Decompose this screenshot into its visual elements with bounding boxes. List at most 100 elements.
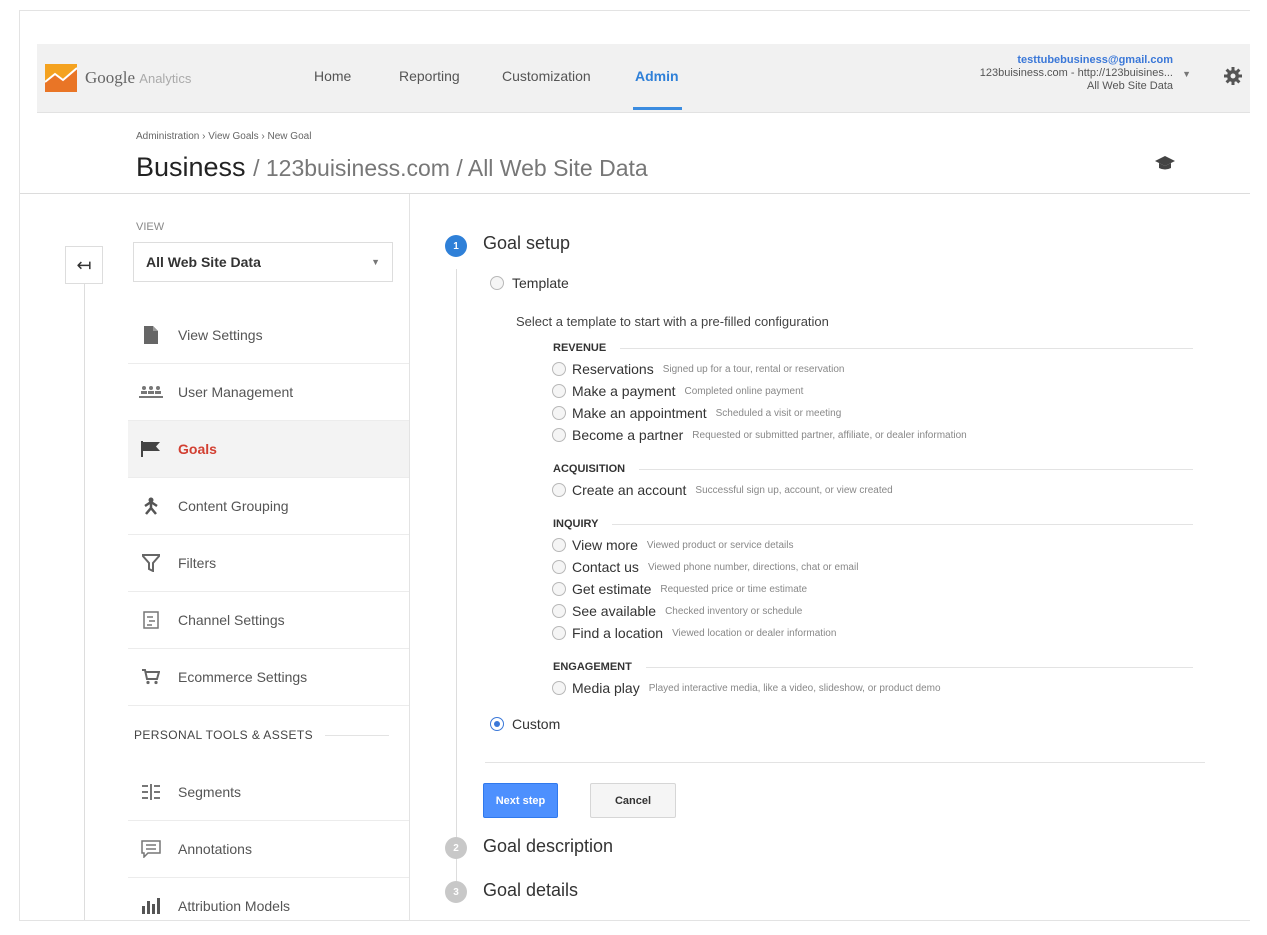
view-selector[interactable]: All Web Site Data ▼	[133, 242, 393, 282]
template-get-estimate[interactable]: Get estimate Requested price or time est…	[552, 581, 807, 597]
google-analytics-logo[interactable]: Google Analytics	[45, 64, 191, 92]
bar-chart-icon	[138, 896, 164, 916]
menu-item-attribution-models[interactable]: Attribution Models	[128, 878, 409, 920]
template-radio[interactable]	[552, 428, 566, 442]
template-become-partner[interactable]: Become a partner Requested or submitted …	[552, 427, 967, 443]
template-media-play[interactable]: Media play Played interactive media, lik…	[552, 680, 941, 696]
menu-item-segments[interactable]: Segments	[128, 764, 409, 821]
menu-item-annotations[interactable]: Annotations	[128, 821, 409, 878]
account-email: testtubebusiness@gmail.com	[1017, 54, 1173, 66]
cancel-button[interactable]: Cancel	[590, 783, 676, 818]
custom-label: Custom	[512, 716, 561, 732]
active-nav-indicator	[633, 107, 682, 110]
template-desc: Scheduled a visit or meeting	[715, 407, 842, 419]
category-acquisition: ACQUISITION	[553, 463, 1193, 475]
logo-analytics-text: Analytics	[139, 71, 192, 86]
template-radio[interactable]	[552, 406, 566, 420]
step-goal-description-title[interactable]: Goal description	[483, 836, 613, 857]
cart-icon	[138, 667, 164, 687]
menu-item-filters[interactable]: Filters	[128, 535, 409, 592]
menu-item-ecommerce-settings[interactable]: Ecommerce Settings	[128, 649, 409, 706]
template-find-location[interactable]: Find a location Viewed location or deale…	[552, 625, 836, 641]
template-radio[interactable]	[552, 604, 566, 618]
nav-admin[interactable]: Admin	[635, 68, 679, 84]
category-inquiry: INQUIRY	[553, 518, 1193, 530]
top-nav-bar: Google Analytics Home Reporting Customiz…	[37, 44, 1250, 113]
template-desc: Requested or submitted partner, affiliat…	[692, 429, 967, 441]
step-2-badge: 2	[445, 837, 467, 859]
person-icon	[138, 496, 164, 516]
page-title-main: Business	[136, 152, 246, 182]
template-radio[interactable]	[490, 276, 504, 290]
custom-option[interactable]: Custom	[490, 716, 560, 732]
template-see-available[interactable]: See available Checked inventory or sched…	[552, 603, 802, 619]
page-title: Business / 123buisiness.com / All Web Si…	[136, 152, 648, 183]
template-desc: Successful sign up, account, or view cre…	[695, 484, 893, 496]
column-divider	[409, 194, 410, 920]
template-reservations[interactable]: Reservations Signed up for a tour, renta…	[552, 361, 844, 377]
graduation-cap-icon[interactable]	[1154, 154, 1176, 172]
template-desc: Viewed phone number, directions, chat or…	[647, 561, 859, 573]
template-label: Template	[512, 275, 569, 291]
section-label: PERSONAL TOOLS & ASSETS	[134, 728, 314, 742]
custom-radio[interactable]	[490, 717, 504, 731]
menu-item-channel-settings[interactable]: Channel Settings	[128, 592, 409, 649]
template-make-payment[interactable]: Make a payment Completed online payment	[552, 383, 803, 399]
template-contact-us[interactable]: Contact us Viewed phone number, directio…	[552, 559, 858, 575]
funnel-icon	[138, 553, 164, 573]
flag-icon	[138, 439, 164, 459]
users-icon	[138, 382, 164, 402]
template-radio[interactable]	[552, 582, 566, 596]
template-radio[interactable]	[552, 384, 566, 398]
menu-item-label: View Settings	[178, 327, 263, 343]
header-divider	[20, 193, 1250, 194]
template-desc: Requested price or time estimate	[660, 583, 808, 595]
category-label: ACQUISITION	[553, 463, 626, 475]
template-desc: Viewed product or service details	[646, 539, 794, 551]
template-create-account[interactable]: Create an account Successful sign up, ac…	[552, 482, 893, 498]
settings-gear-icon[interactable]	[1223, 66, 1243, 86]
template-name: Media play	[572, 680, 640, 696]
template-option[interactable]: Template	[490, 275, 569, 291]
template-helper-text: Select a template to start with a pre-fi…	[516, 314, 829, 329]
nav-customization[interactable]: Customization	[502, 68, 591, 84]
next-step-button[interactable]: Next step	[483, 783, 558, 818]
template-name: Make a payment	[572, 383, 676, 399]
template-view-more[interactable]: View more Viewed product or service deta…	[552, 537, 793, 553]
channel-icon	[138, 610, 164, 630]
back-button[interactable]: ↤	[65, 246, 103, 284]
template-make-appointment[interactable]: Make an appointment Scheduled a visit or…	[552, 405, 841, 421]
template-radio[interactable]	[552, 362, 566, 376]
menu-item-label: Channel Settings	[178, 612, 285, 628]
nav-reporting[interactable]: Reporting	[399, 68, 460, 84]
template-desc: Completed online payment	[684, 385, 804, 397]
template-radio[interactable]	[552, 483, 566, 497]
menu-item-goals[interactable]: Goals	[128, 421, 409, 478]
account-dropdown-caret-icon[interactable]: ▼	[1182, 69, 1191, 79]
account-selector[interactable]: testtubebusiness@gmail.com 123buisiness.…	[980, 54, 1173, 93]
breadcrumb[interactable]: Administration › View Goals › New Goal	[136, 131, 311, 142]
template-name: See available	[572, 603, 657, 619]
template-name: Make an appointment	[572, 405, 707, 421]
nav-home[interactable]: Home	[314, 68, 351, 84]
menu-item-view-settings[interactable]: View Settings	[128, 307, 409, 364]
analytics-logo-icon	[45, 64, 77, 92]
view-selector-value: All Web Site Data	[146, 254, 261, 270]
step-3-badge: 3	[445, 881, 467, 903]
back-arrow-icon: ↤	[76, 254, 92, 275]
menu-item-label: User Management	[178, 384, 294, 400]
template-name: Find a location	[572, 625, 664, 641]
steps-guide-line	[456, 269, 457, 891]
template-radio[interactable]	[552, 681, 566, 695]
template-radio[interactable]	[552, 560, 566, 574]
template-desc: Checked inventory or schedule	[665, 605, 803, 617]
menu-item-content-grouping[interactable]: Content Grouping	[128, 478, 409, 535]
step-goal-setup-title: Goal setup	[483, 233, 571, 253]
step-goal-details-title[interactable]: Goal details	[483, 880, 578, 901]
template-radio[interactable]	[552, 626, 566, 640]
page-title-path: / 123buisiness.com / All Web Site Data	[253, 155, 648, 181]
template-radio[interactable]	[552, 538, 566, 552]
menu-item-user-management[interactable]: User Management	[128, 364, 409, 421]
menu-item-label: Filters	[178, 555, 217, 571]
menu-item-label: Segments	[178, 784, 242, 800]
